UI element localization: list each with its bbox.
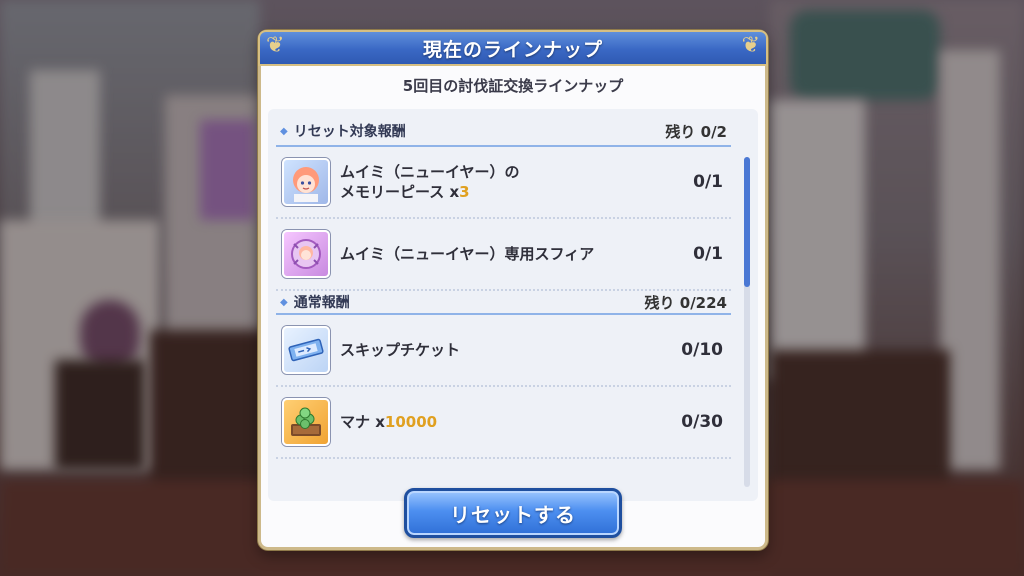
lineup-dialog: ❦ 現在のラインナップ ❦ 5回目の討伐証交換ラインナップ ◆ リセット対象報酬 … xyxy=(258,30,768,550)
list-item: スキップチケット 0/10 xyxy=(276,315,731,387)
section-title: リセット対象報酬 xyxy=(293,124,406,140)
section-remaining: 残り 0/224 xyxy=(644,293,727,312)
item-count: 0/30 xyxy=(681,412,723,432)
section-remaining: 残り 0/2 xyxy=(665,122,727,141)
scrollbar-thumb[interactable] xyxy=(744,157,750,287)
reset-button[interactable]: リセットする xyxy=(404,488,622,538)
corner-ornament-icon: ❦ xyxy=(741,33,760,58)
reward-list-panel[interactable]: ◆ リセット対象報酬 残り 0/2 ムイミ（ニューイヤー）の メモリーピース x… xyxy=(268,109,758,501)
item-name-line1: ムイミ（ニューイヤー）の xyxy=(340,163,520,181)
dialog-title: 現在のラインナップ xyxy=(422,38,603,61)
item-name-line2: メモリーピース x xyxy=(340,183,460,201)
skip-ticket-icon xyxy=(282,326,330,374)
item-name-prefix: マナ x xyxy=(340,413,385,431)
sphere-icon xyxy=(282,230,330,278)
dialog-titlebar: ❦ 現在のラインナップ ❦ xyxy=(258,30,768,66)
dialog-subtitle: 5回目の討伐証交換ラインナップ xyxy=(402,77,624,95)
mana-icon xyxy=(282,398,330,446)
item-name: ムイミ（ニューイヤー）の メモリーピース x3 xyxy=(340,162,693,202)
list-item: マナ x10000 0/30 xyxy=(276,387,731,459)
reward-list: ◆ リセット対象報酬 残り 0/2 ムイミ（ニューイヤー）の メモリーピース x… xyxy=(276,117,731,459)
section-title: 通常報酬 xyxy=(293,295,350,311)
item-count: 0/1 xyxy=(693,172,723,192)
item-name: スキップチケット xyxy=(340,340,681,360)
scrollbar-track[interactable] xyxy=(744,157,750,487)
item-name-line1: ムイミ（ニューイヤー）専用スフィア xyxy=(340,245,595,263)
diamond-bullet-icon: ◆ xyxy=(280,125,288,137)
corner-ornament-icon: ❦ xyxy=(266,33,285,58)
reset-button-label: リセットする xyxy=(450,502,576,527)
section-header-normal-rewards: ◆ 通常報酬 残り 0/224 xyxy=(276,291,731,315)
item-name-line1: スキップチケット xyxy=(340,341,461,359)
memory-piece-icon xyxy=(282,158,330,206)
list-item: ムイミ（ニューイヤー）専用スフィア 0/1 xyxy=(276,219,731,291)
item-name: ムイミ（ニューイヤー）専用スフィア xyxy=(340,244,693,264)
item-count: 0/1 xyxy=(693,244,723,264)
list-item: ムイミ（ニューイヤー）の メモリーピース x3 0/1 xyxy=(276,147,731,219)
diamond-bullet-icon: ◆ xyxy=(280,296,288,308)
item-quantity: 10000 xyxy=(384,413,438,431)
item-count: 0/10 xyxy=(681,340,723,360)
item-quantity: 3 xyxy=(459,183,470,201)
section-header-reset-rewards: ◆ リセット対象報酬 残り 0/2 xyxy=(276,117,731,147)
item-name: マナ x10000 xyxy=(340,412,681,432)
